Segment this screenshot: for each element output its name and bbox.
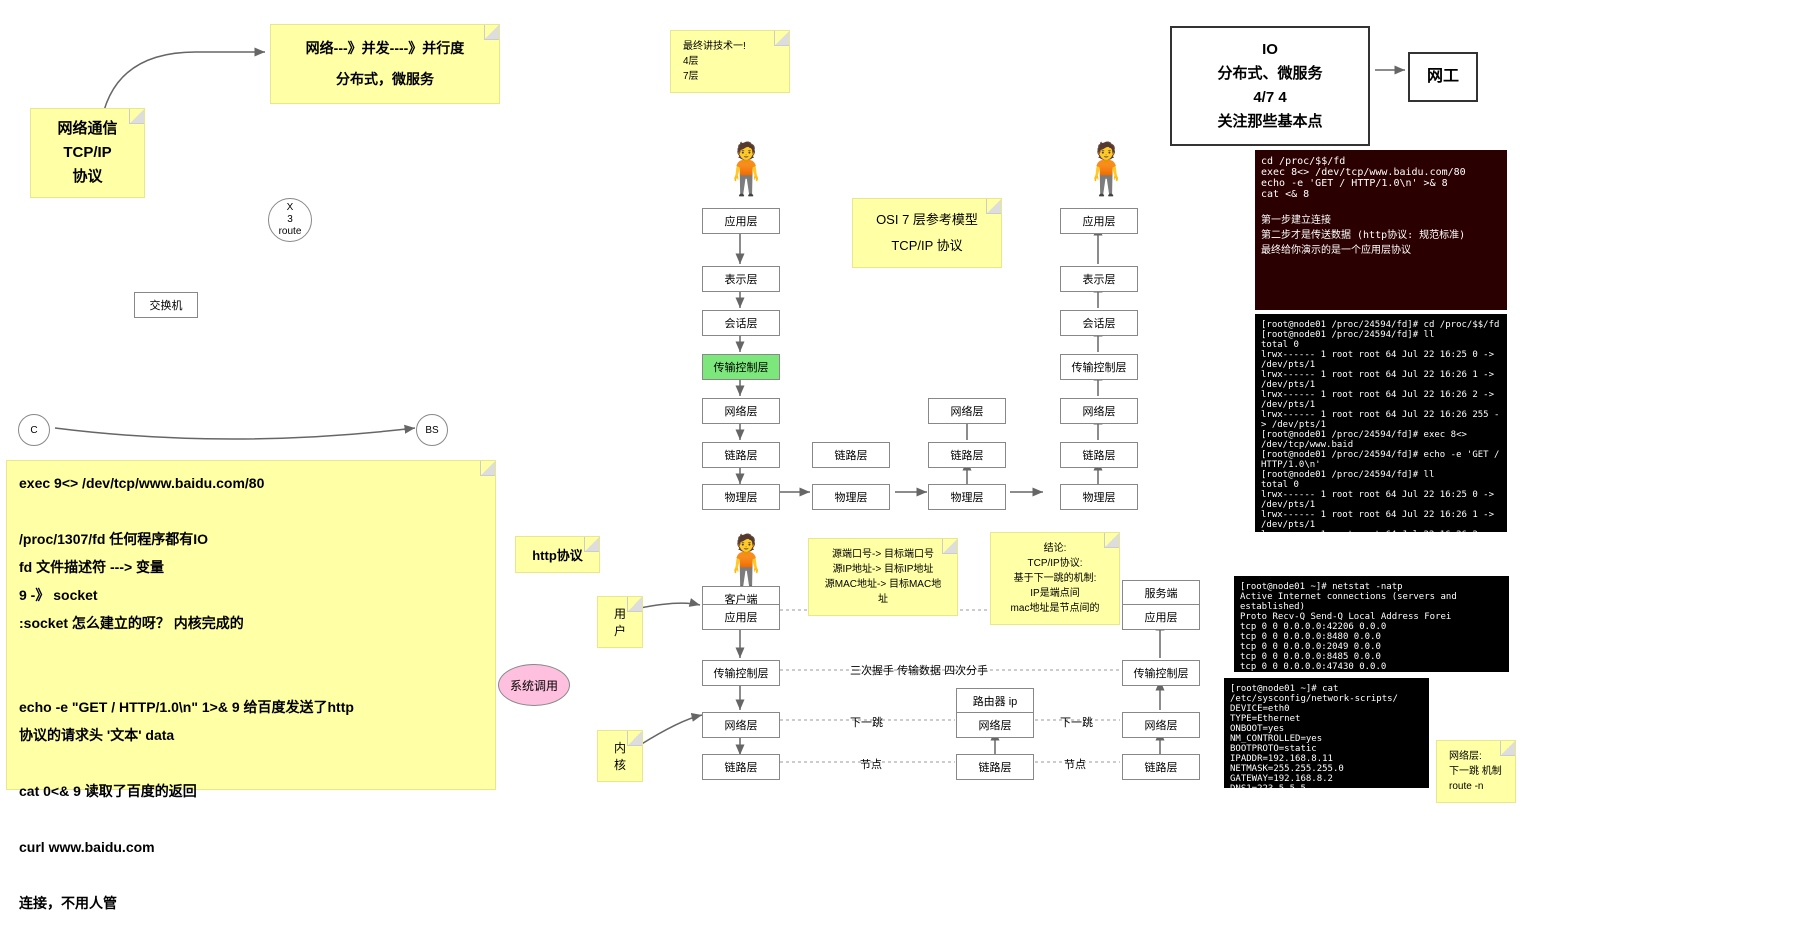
layer-transport-r: 传输控制层: [1060, 354, 1138, 380]
layer-network-m: 网络层: [928, 398, 1006, 424]
terminal-3: [root@node01 ~]# netstat -natp Active In…: [1234, 576, 1509, 672]
layer-present-r: 表示层: [1060, 266, 1138, 292]
note-portmap: 源端口号-> 目标端口号 源IP地址-> 目标IP地址 源MAC地址-> 目标M…: [808, 538, 958, 616]
layer-present: 表示层: [702, 266, 780, 292]
box-router: 路由器 ip: [956, 688, 1034, 714]
layer-app-r: 应用层: [1060, 208, 1138, 234]
layer-datalink-s: 链路层: [1122, 754, 1200, 780]
layer-physical-m2: 物理层: [812, 484, 890, 510]
label-nexthop2: 下一跳: [1060, 714, 1093, 730]
person-icon: 🧍: [715, 532, 777, 591]
layer-app-s: 应用层: [1122, 604, 1200, 630]
circle-bs: BS: [416, 414, 448, 446]
layer-app: 应用层: [702, 208, 780, 234]
terminal-4: [root@node01 ~]# cat /etc/sysconfig/netw…: [1224, 678, 1429, 788]
terminal-2: [root@node01 /proc/24594/fd]# cd /proc/$…: [1255, 314, 1507, 532]
note-osi: OSI 7 层参考模型 TCP/IP 协议: [852, 198, 1002, 268]
layer-datalink-r: 链路层: [1060, 442, 1138, 468]
layer-session-r: 会话层: [1060, 310, 1138, 336]
layer-physical-r: 物理层: [1060, 484, 1138, 510]
layer-transport: 传输控制层: [702, 354, 780, 380]
layer-network: 网络层: [702, 398, 780, 424]
layer-physical-m: 物理层: [928, 484, 1006, 510]
layer-datalink-c: 链路层: [702, 754, 780, 780]
box-server: 服务端: [1122, 580, 1200, 606]
box-switch: 交换机: [134, 292, 198, 318]
note-conclusion: 结论: TCP/IP协议: 基于下一跳的机制: IP是端点间 mac地址是节点间…: [990, 532, 1120, 625]
note-route: 网络层: 下一跳 机制 route -n: [1436, 740, 1516, 803]
label-node2: 节点: [1064, 756, 1086, 772]
person-icon: 🧍: [715, 140, 777, 199]
terminal-1: cd /proc/$$/fd exec 8<> /dev/tcp/www.bai…: [1255, 150, 1507, 310]
layer-datalink-rt: 链路层: [956, 754, 1034, 780]
frame-netengineer: 网工: [1408, 52, 1478, 102]
frame-io: IO 分布式、微服务 4/7 4 关注那些基本点: [1170, 26, 1370, 146]
layer-network-rt: 网络层: [956, 712, 1034, 738]
label-nexthop: 下一跳: [850, 714, 883, 730]
label-handshake: 三次握手 传输数据 四次分手: [850, 662, 988, 678]
layer-physical: 物理层: [702, 484, 780, 510]
layer-datalink-m: 链路层: [928, 442, 1006, 468]
layer-transport-c: 传输控制层: [702, 660, 780, 686]
layer-app-c: 应用层: [702, 604, 780, 630]
circle-c: C: [18, 414, 50, 446]
layer-datalink: 链路层: [702, 442, 780, 468]
note-bigcode: exec 9<> /dev/tcp/www.baidu.com/80 /proc…: [6, 460, 496, 790]
note-tech: 最终讲技术一! 4层 7层: [670, 30, 790, 93]
layer-network-c: 网络层: [702, 712, 780, 738]
layer-datalink-m2: 链路层: [812, 442, 890, 468]
person-icon: 🧍: [1075, 140, 1137, 199]
layer-network-r: 网络层: [1060, 398, 1138, 424]
layer-transport-s: 传输控制层: [1122, 660, 1200, 686]
note-user: 用户: [597, 596, 643, 648]
layer-session: 会话层: [702, 310, 780, 336]
note-net-parallel: 网络---》并发----》并行度 分布式，微服务: [270, 24, 500, 104]
oval-syscall: 系统调用: [498, 664, 570, 706]
note-tcpip: 网络通信 TCP/IP 协议: [30, 108, 145, 198]
layer-network-s: 网络层: [1122, 712, 1200, 738]
circle-route: X 3 route: [268, 198, 312, 242]
note-kernel: 内核: [597, 730, 643, 782]
note-http: http协议: [515, 536, 600, 573]
label-node: 节点: [860, 756, 882, 772]
